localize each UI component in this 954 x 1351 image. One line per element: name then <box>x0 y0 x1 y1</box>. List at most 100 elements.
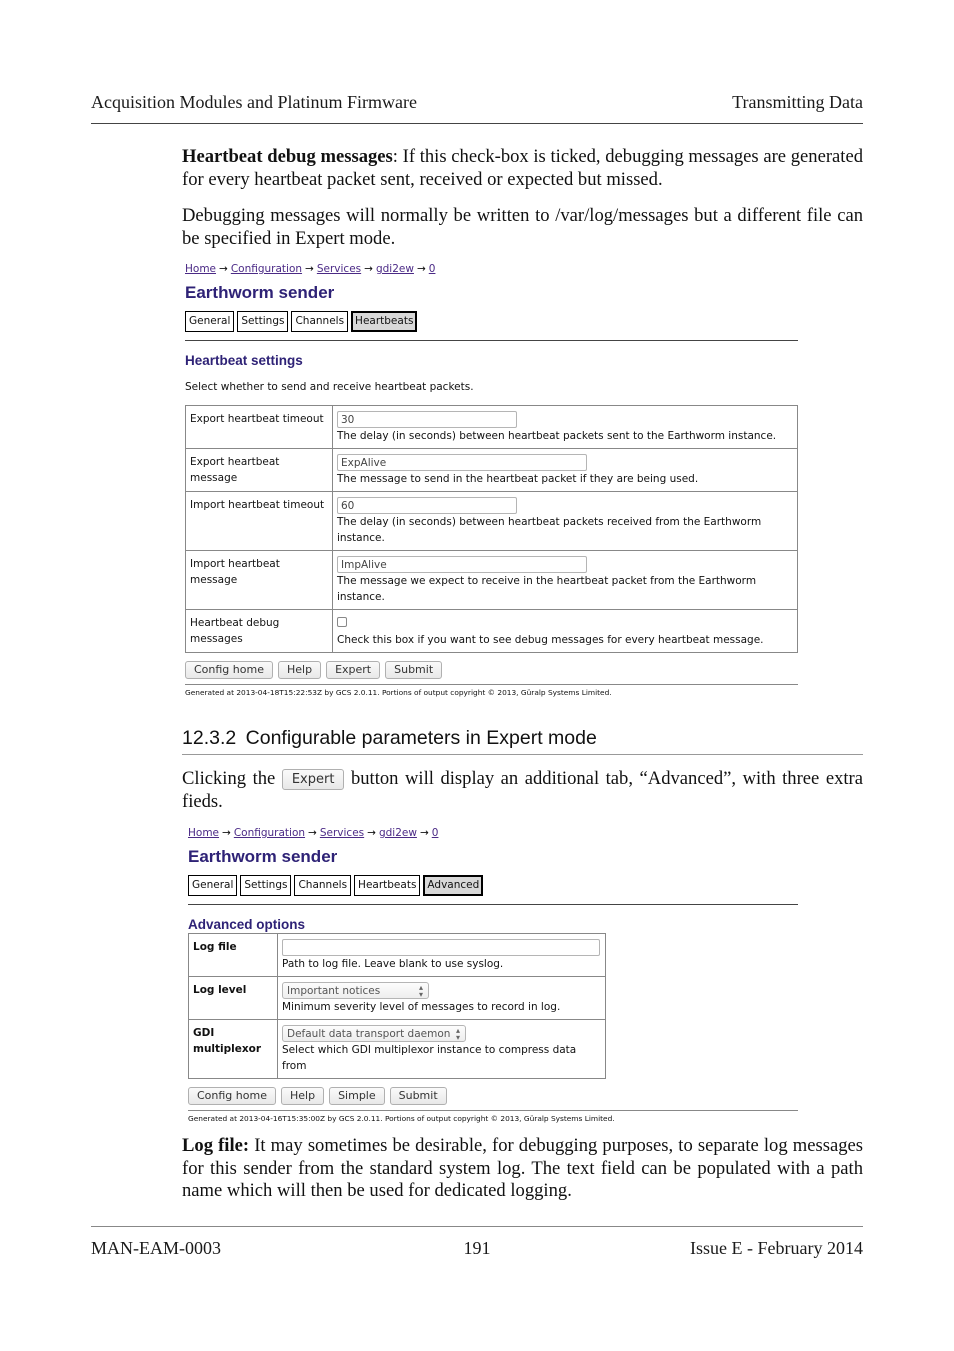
header-document-title: Acquisition Modules and Platinum Firmwar… <box>91 92 417 112</box>
breadcrumb-arrow: → <box>416 263 426 275</box>
tab-settings[interactable]: Settings <box>237 311 289 332</box>
row-label: Log level <box>188 976 278 1020</box>
config-home-button[interactable]: Config home <box>185 661 273 679</box>
section-title: Heartbeat settings <box>185 353 303 368</box>
heartbeats-screenshot: Home → Configuration → Services → gdi2ew → 0 Ear… <box>185 263 798 697</box>
tab-advanced[interactable]: Advanced <box>423 875 484 896</box>
config-home-button[interactable]: Config home <box>188 1087 276 1105</box>
breadcrumb-configuration[interactable]: Configuration <box>231 263 302 275</box>
table-row: Import heartbeat timeout 60 The delay (i… <box>185 491 798 551</box>
tab-general[interactable]: General <box>185 311 235 332</box>
advanced-screenshot: Home → Configuration → Services → gdi2ew → 0 Ear… <box>188 827 798 1123</box>
divider <box>185 684 798 685</box>
row-value-cell: ExpAlive The message to send in the hear… <box>332 448 798 492</box>
table-row: Heartbeat debug messages Check this box … <box>185 609 798 653</box>
import-heartbeat-timeout-input[interactable]: 60 <box>337 497 517 514</box>
breadcrumb-configuration[interactable]: Configuration <box>234 827 305 839</box>
simple-button[interactable]: Simple <box>329 1087 385 1105</box>
row-label: Import heartbeat message <box>185 550 333 610</box>
section-heading: 12.3.2 Configurable parameters in Expert… <box>182 727 863 755</box>
row-label: Log file <box>188 933 278 977</box>
row-value-cell: Default data transport daemon ▴ ▾ Select … <box>277 1019 606 1079</box>
breadcrumb-arrow: → <box>219 263 228 275</box>
tab-channels[interactable]: Channels <box>291 311 349 332</box>
page-footer: MAN-EAM-0003 191 Issue E - February 2014 <box>91 1226 863 1260</box>
row-help: The message we expect to receive in the … <box>337 575 757 603</box>
expert-button[interactable]: Expert <box>326 661 381 679</box>
table-row: Import heartbeat message ImpAlive The me… <box>185 550 798 610</box>
breadcrumb: Home → Configuration → Services → gdi2ew → 0 <box>185 263 798 275</box>
gdi-multiplexor-select[interactable]: Default data transport daemon ▴ ▾ <box>282 1025 466 1042</box>
row-label: GDI multiplexor <box>188 1019 278 1079</box>
heartbeat-settings-table: Export heartbeat timeout 30 The delay (i… <box>185 405 798 653</box>
logfile-paragraph: Log file: It may sometimes be desirable,… <box>182 1135 863 1203</box>
intro-paragraph-2: Debugging messages will normally be writ… <box>182 205 863 249</box>
tab-settings[interactable]: Settings <box>240 875 292 896</box>
row-help: Minimum severity level of messages to re… <box>282 1001 561 1013</box>
row-help: Check this box if you want to see debug … <box>337 634 764 646</box>
import-heartbeat-message-input[interactable]: ImpAlive <box>337 556 587 573</box>
breadcrumb-arrow: → <box>364 263 373 275</box>
advanced-options-table: Log file Path to log file. Leave blank t… <box>188 933 606 1079</box>
row-help: Path to log file. Leave blank to use sys… <box>282 958 504 970</box>
row-help: The delay (in seconds) between heartbeat… <box>337 516 762 544</box>
row-label: Export heartbeat message <box>185 448 333 492</box>
tab-channels[interactable]: Channels <box>294 875 352 896</box>
section-number: 12.3.2 <box>182 727 237 749</box>
row-help: The message to send in the heartbeat pac… <box>337 473 699 485</box>
breadcrumb-arrow: → <box>308 827 317 839</box>
button-bar: Config home Help Expert Submit <box>185 661 798 679</box>
heartbeat-debug-checkbox[interactable] <box>337 617 347 627</box>
updown-caret-icon: ▴ ▾ <box>455 1026 460 1042</box>
breadcrumb-home[interactable]: Home <box>185 263 216 275</box>
row-value-cell: Important notices ▴ ▾ Minimum severity le… <box>277 976 606 1020</box>
divider <box>188 1110 798 1111</box>
expert-paragraph: Clicking the Expert button will display … <box>182 768 863 813</box>
page-title: Earthworm sender <box>185 283 335 302</box>
tab-general[interactable]: General <box>188 875 238 896</box>
table-row: GDI multiplexor Default data transport d… <box>188 1019 606 1079</box>
breadcrumb-gdi2ew[interactable]: gdi2ew <box>376 263 414 275</box>
intro-paragraph-1: Heartbeat debug messages: If this check-… <box>182 146 863 191</box>
row-value-cell: 60 The delay (in seconds) between heartb… <box>332 491 798 551</box>
row-value-cell: Path to log file. Leave blank to use sys… <box>277 933 606 977</box>
button-bar: Config home Help Simple Submit <box>188 1087 798 1105</box>
help-button[interactable]: Help <box>280 1087 325 1105</box>
breadcrumb-arrow: → <box>305 263 314 275</box>
breadcrumb-instance[interactable]: 0 <box>432 827 439 839</box>
divider <box>185 340 798 341</box>
row-value-cell: ImpAlive The message we expect to receiv… <box>332 550 798 610</box>
breadcrumb-arrow: → <box>419 827 429 839</box>
export-heartbeat-timeout-input[interactable]: 30 <box>337 411 517 428</box>
tab-heartbeats[interactable]: Heartbeats <box>351 311 418 332</box>
help-button[interactable]: Help <box>277 661 322 679</box>
log-file-input[interactable] <box>282 939 600 956</box>
row-help: Select which GDI multiplexor instance to… <box>282 1044 577 1072</box>
export-heartbeat-message-input[interactable]: ExpAlive <box>337 454 587 471</box>
tab-bar: General Settings Channels Heartbeats <box>185 311 798 332</box>
generated-footer: Generated at 2013-04-16T15:35:00Z by GCS… <box>188 1114 615 1123</box>
breadcrumb-services[interactable]: Services <box>317 263 361 275</box>
breadcrumb-arrow: → <box>367 827 376 839</box>
table-row: Log file Path to log file. Leave blank t… <box>188 933 606 977</box>
row-label: Import heartbeat timeout <box>185 491 333 551</box>
term-heartbeat-debug: Heartbeat debug messages <box>182 146 393 167</box>
divider <box>188 904 798 905</box>
row-value-cell: 30 The delay (in seconds) between heartb… <box>332 405 798 449</box>
issue-date: Issue E - February 2014 <box>690 1238 863 1258</box>
breadcrumb-gdi2ew[interactable]: gdi2ew <box>379 827 417 839</box>
tab-bar: General Settings Channels Heartbeats Adv… <box>188 875 798 896</box>
breadcrumb-home[interactable]: Home <box>188 827 219 839</box>
breadcrumb-arrow: → <box>222 827 231 839</box>
table-row: Export heartbeat timeout 30 The delay (i… <box>185 405 798 449</box>
breadcrumb: Home → Configuration → Services → gdi2ew → 0 <box>188 827 798 839</box>
submit-button[interactable]: Submit <box>389 1087 447 1105</box>
logfile-paragraph-text: It may sometimes be desirable, for debug… <box>182 1135 863 1201</box>
table-row: Log level Important notices ▴ ▾ Minimum s… <box>188 976 606 1020</box>
log-level-select[interactable]: Important notices ▴ ▾ <box>282 982 429 999</box>
breadcrumb-instance[interactable]: 0 <box>429 263 436 275</box>
submit-button[interactable]: Submit <box>385 661 443 679</box>
page-title: Earthworm sender <box>188 847 338 866</box>
breadcrumb-services[interactable]: Services <box>320 827 364 839</box>
tab-heartbeats[interactable]: Heartbeats <box>354 875 421 896</box>
